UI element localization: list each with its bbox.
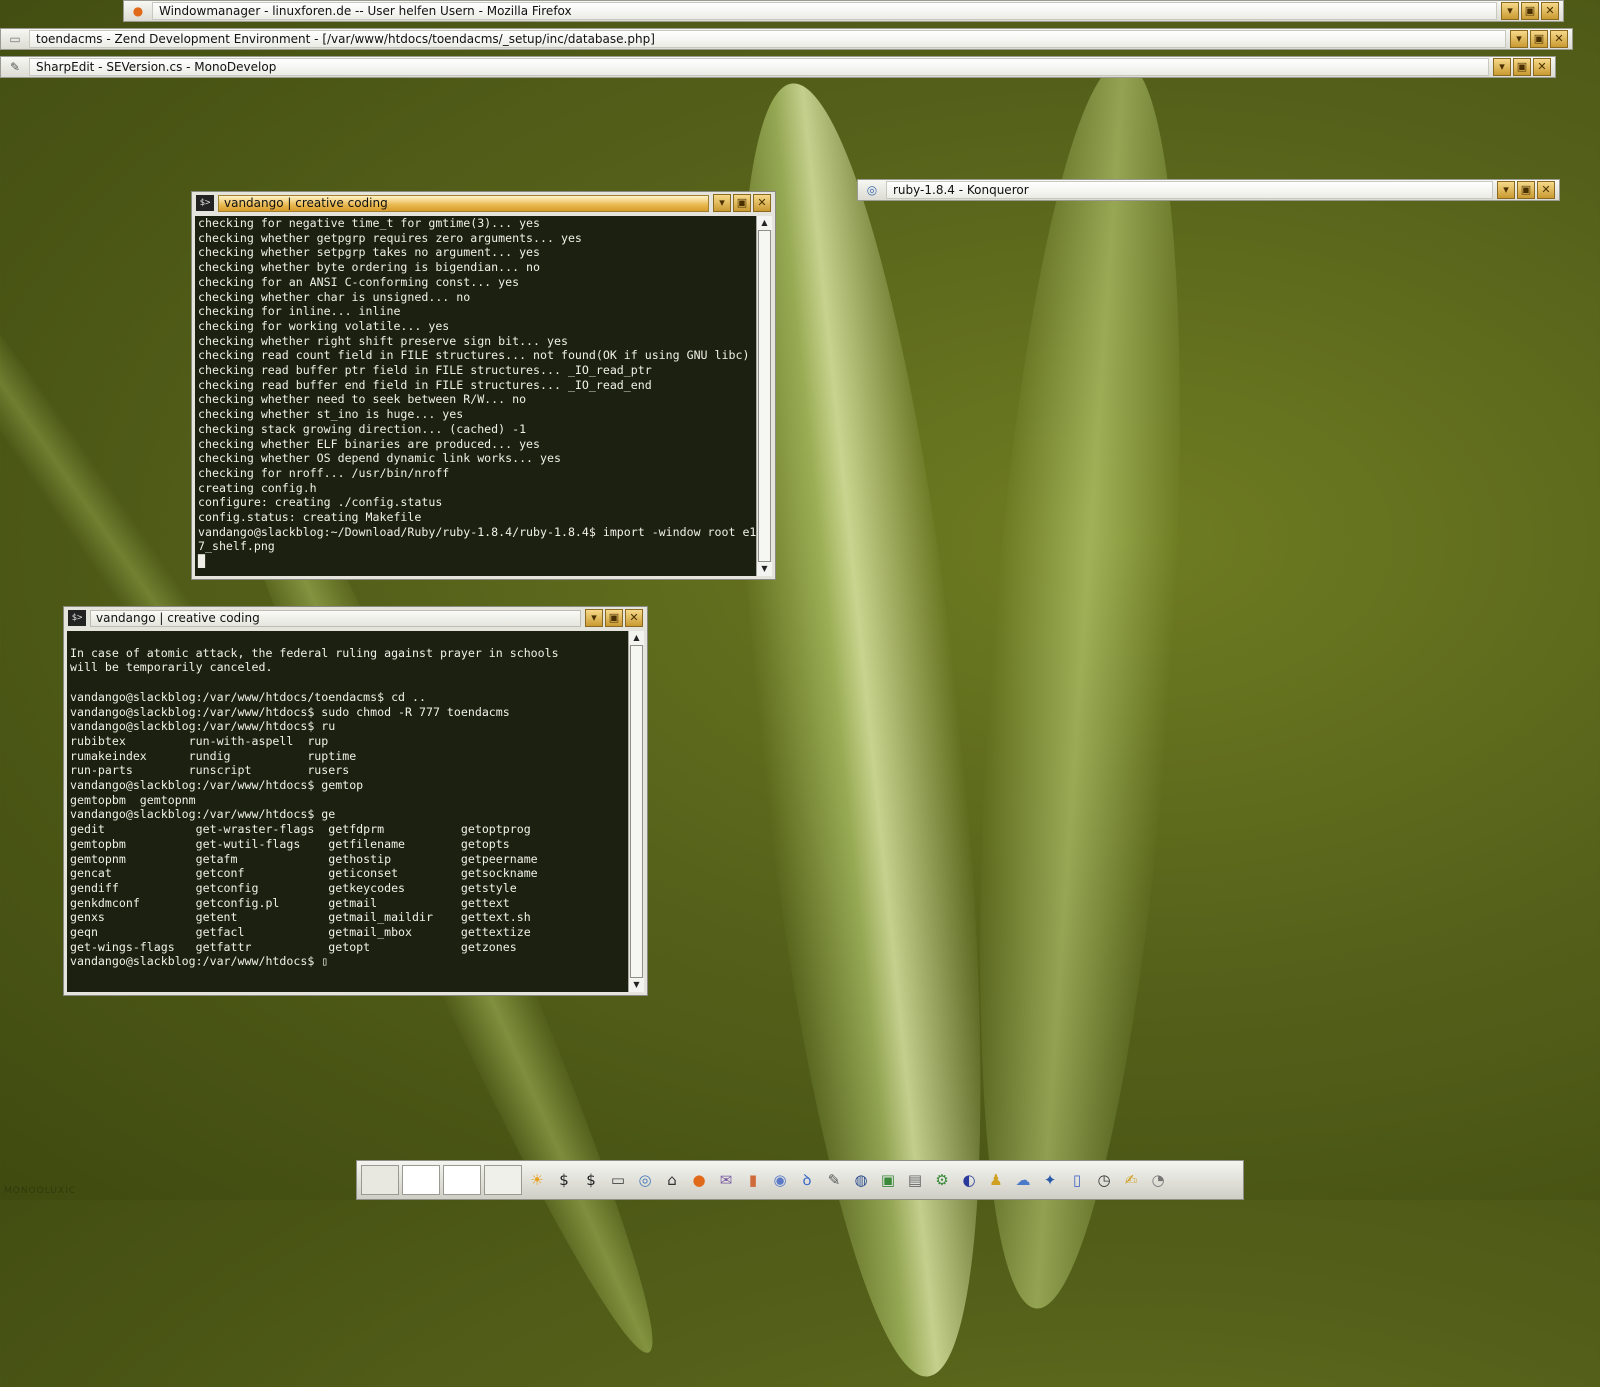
sun-icon[interactable]: ☀	[525, 1167, 549, 1193]
terminal-screen[interactable]: checking for negative time_t for gmtime(…	[195, 216, 756, 576]
gear-icon[interactable]: ⚙	[930, 1167, 954, 1193]
maximize-button[interactable]: ▣	[605, 609, 623, 627]
close-button[interactable]: ✕	[1537, 181, 1555, 199]
title-bar[interactable]: $> vandango | creative coding ▾ ▣ ✕	[64, 607, 647, 629]
close-button[interactable]: ✕	[1533, 58, 1551, 76]
desktop-pager-2[interactable]	[402, 1165, 440, 1195]
firefox-icon: ●	[132, 4, 144, 18]
window-icon[interactable]: ▭	[606, 1167, 630, 1193]
scrollbar[interactable]: ▲ ▼	[628, 631, 644, 992]
scroll-up-icon[interactable]: ▲	[629, 631, 644, 645]
window-title[interactable]: vandango | creative coding	[90, 609, 581, 627]
terminal-icon-2[interactable]: $	[579, 1167, 603, 1193]
wallpaper-grass-blade	[946, 55, 1214, 1315]
mail-icon[interactable]: ✉	[714, 1167, 738, 1193]
maximize-button[interactable]: ▣	[1530, 30, 1548, 48]
desktop-pager-4[interactable]	[484, 1165, 522, 1195]
desktop-pager-1[interactable]	[361, 1165, 399, 1195]
konqueror-window-shaded[interactable]: ◎ ruby-1.8.4 - Konqueror ▾ ▣ ✕	[857, 179, 1560, 201]
firefox-icon[interactable]: ●	[687, 1167, 711, 1193]
bookmark-icon[interactable]: ▮	[741, 1167, 765, 1193]
terminal-output: In case of atomic attack, the federal ru…	[70, 645, 559, 969]
terminal-screen[interactable]: In case of atomic attack, the federal ru…	[67, 631, 628, 992]
pencil-icon[interactable]: ✎	[822, 1167, 846, 1193]
gimp-icon[interactable]: ◉	[768, 1167, 792, 1193]
maximize-button[interactable]: ▣	[1521, 2, 1539, 20]
notes-icon[interactable]: ▯	[1065, 1167, 1089, 1193]
shade-button[interactable]: ▾	[1497, 181, 1515, 199]
maximize-button[interactable]: ▣	[1513, 58, 1531, 76]
window-title[interactable]: ruby-1.8.4 - Konqueror	[886, 181, 1493, 199]
maximize-button[interactable]: ▣	[733, 194, 751, 212]
terminal-output: checking for negative time_t for gmtime(…	[198, 216, 756, 569]
scroll-up-icon[interactable]: ▲	[757, 216, 772, 230]
shade-button[interactable]: ▾	[713, 194, 731, 212]
document-icon[interactable]: ▤	[903, 1167, 927, 1193]
dock-panel: ☀ $ $ ▭ ◎ ⌂ ● ✉ ▮ ◉ ꝺ ✎ ◍ ▣ ▤ ⚙ ◐ ♟ ☁ ✦ ▯ ◷ ✍ ◔	[356, 1160, 1244, 1200]
home-icon[interactable]: ⌂	[660, 1167, 684, 1193]
monodevelop-icon: ✎	[9, 60, 21, 74]
close-button[interactable]: ✕	[753, 194, 771, 212]
editor-icon[interactable]: ✍	[1119, 1167, 1143, 1193]
bluefish-icon[interactable]: ꝺ	[795, 1167, 819, 1193]
terminal-icon[interactable]: $	[552, 1167, 576, 1193]
window-title[interactable]: toendacms - Zend Development Environment…	[29, 30, 1506, 48]
clock-icon[interactable]: ◷	[1092, 1167, 1116, 1193]
scroll-down-icon[interactable]: ▼	[757, 562, 772, 576]
paint-icon[interactable]: ✦	[1038, 1167, 1062, 1193]
user-icon[interactable]: ♟	[984, 1167, 1008, 1193]
scrollbar[interactable]: ▲ ▼	[756, 216, 772, 576]
network-icon[interactable]: ◎	[633, 1167, 657, 1193]
chat-icon[interactable]: ☁	[1011, 1167, 1035, 1193]
sphere-icon[interactable]: ◐	[957, 1167, 981, 1193]
shade-button[interactable]: ▾	[1501, 2, 1519, 20]
terminal-icon: $>	[196, 195, 214, 211]
logout-icon[interactable]: ◔	[1146, 1167, 1170, 1193]
image-viewer-icon[interactable]: ▣	[876, 1167, 900, 1193]
shade-button[interactable]: ▾	[585, 609, 603, 627]
terminal-icon: $>	[68, 610, 86, 626]
terminal-window[interactable]: $> vandango | creative coding ▾ ▣ ✕ chec…	[191, 191, 776, 580]
close-button[interactable]: ✕	[1550, 30, 1568, 48]
title-bar[interactable]: $> vandango | creative coding ▾ ▣ ✕	[192, 192, 775, 214]
scroll-down-icon[interactable]: ▼	[629, 978, 644, 992]
desktop-pager-3[interactable]	[443, 1165, 481, 1195]
firefox-window-shaded[interactable]: ● Windowmanager - linuxforen.de -- User …	[123, 0, 1564, 22]
close-button[interactable]: ✕	[1541, 2, 1559, 20]
globe-icon[interactable]: ◍	[849, 1167, 873, 1193]
scroll-thumb[interactable]	[758, 230, 771, 562]
shade-button[interactable]: ▾	[1493, 58, 1511, 76]
monodevelop-window-shaded[interactable]: ✎ SharpEdit - SEVersion.cs - MonoDevelop…	[0, 56, 1556, 78]
scroll-thumb[interactable]	[630, 645, 643, 978]
zend-window-shaded[interactable]: ▭ toendacms - Zend Development Environme…	[0, 28, 1573, 50]
watermark: MONOOLUXIC	[4, 1186, 77, 1196]
window-icon: ▭	[9, 32, 21, 46]
close-button[interactable]: ✕	[625, 609, 643, 627]
maximize-button[interactable]: ▣	[1517, 181, 1535, 199]
window-title[interactable]: SharpEdit - SEVersion.cs - MonoDevelop	[29, 58, 1489, 76]
shade-button[interactable]: ▾	[1510, 30, 1528, 48]
window-title[interactable]: Windowmanager - linuxforen.de -- User he…	[152, 2, 1497, 20]
terminal-window[interactable]: $> vandango | creative coding ▾ ▣ ✕ In c…	[63, 606, 648, 996]
window-title[interactable]: vandango | creative coding	[218, 194, 709, 212]
konqueror-icon: ◎	[866, 183, 878, 197]
